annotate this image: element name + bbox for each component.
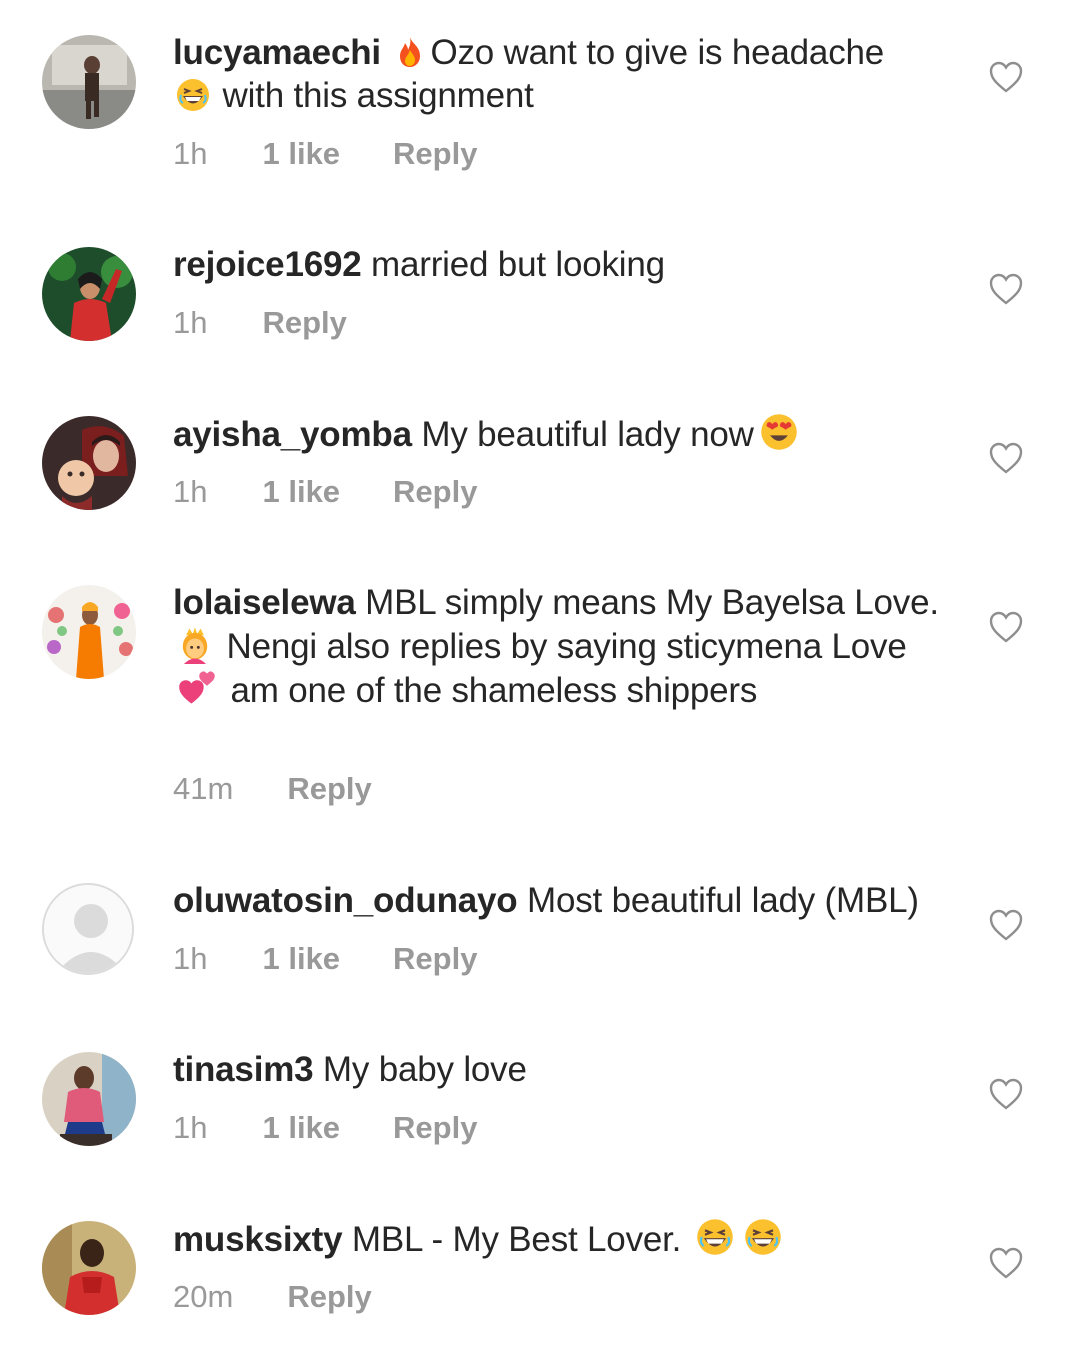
comment-likes[interactable]: 1 like: [262, 941, 340, 977]
comment-text: am one of the shameless shippers: [221, 671, 758, 710]
comment-time: 1h: [173, 136, 208, 171]
heart-outline-icon[interactable]: [988, 272, 1024, 306]
comment-body: oluwatosin_odunayo Most beautiful lady (…: [173, 879, 973, 922]
comment-body: musksixty MBL - My Best Lover.: [173, 1217, 963, 1261]
comment-username[interactable]: lucyamaechi: [173, 33, 381, 72]
princess-emoji-icon: [175, 624, 215, 664]
reply-button[interactable]: Reply: [287, 1279, 371, 1315]
comment-likes[interactable]: 1 like: [262, 1110, 340, 1146]
comment-meta: 1h 1 like Reply: [173, 941, 477, 977]
comment-username[interactable]: rejoice1692: [173, 245, 362, 284]
comment-time: 41m: [173, 771, 234, 806]
default-avatar-icon[interactable]: [42, 883, 134, 975]
comment-text: MBL simply means My Bayelsa Love.: [355, 583, 939, 622]
comment-body: rejoice1692 married but looking: [173, 243, 963, 286]
comment-text: MBL - My Best Lover.: [342, 1220, 691, 1259]
avatar[interactable]: [42, 35, 136, 129]
comment-time: 20m: [173, 1279, 234, 1314]
grinning-squint-emoji-icon: [693, 1217, 737, 1257]
comment-username[interactable]: oluwatosin_odunayo: [173, 881, 518, 920]
comment-text: My beautiful lady now: [411, 415, 754, 454]
heart-outline-icon[interactable]: [988, 1246, 1024, 1280]
grinning-squint-emoji-icon: [175, 77, 211, 113]
comment-text: My baby love: [313, 1050, 527, 1089]
comment-time: 1h: [173, 941, 208, 976]
avatar[interactable]: [42, 585, 136, 679]
heart-outline-icon[interactable]: [988, 60, 1024, 94]
reply-button[interactable]: Reply: [393, 136, 477, 172]
avatar[interactable]: [42, 1221, 136, 1315]
comment-body: ayisha_yomba My beautiful lady now: [173, 412, 963, 456]
comment-username[interactable]: tinasim3: [173, 1050, 314, 1089]
comment-time: 1h: [173, 305, 208, 340]
reply-button[interactable]: Reply: [393, 1110, 477, 1146]
comment-text: with this assignment: [213, 76, 534, 115]
comment-text: married but looking: [361, 245, 665, 284]
comment-time: 1h: [173, 474, 208, 509]
avatar[interactable]: [42, 1052, 136, 1146]
comment-text: Ozo want to give is headache: [430, 33, 885, 72]
comment-likes[interactable]: 1 like: [262, 136, 340, 172]
heart-outline-icon[interactable]: [988, 610, 1024, 644]
fire-emoji-icon: [392, 34, 428, 70]
comment-meta: 1h 1 like Reply: [173, 1110, 477, 1146]
comment-body: lolaiselewa MBL simply means My Bayelsa …: [173, 581, 963, 712]
comment-body: lucyamaechi Ozo want to give is headache…: [173, 31, 963, 117]
heart-outline-icon[interactable]: [988, 908, 1024, 942]
comment-username[interactable]: musksixty: [173, 1220, 343, 1259]
grinning-squint-emoji-icon: [741, 1217, 785, 1257]
reply-button[interactable]: Reply: [262, 305, 346, 341]
comment-meta: 20m Reply: [173, 1279, 372, 1315]
comment-text: Most beautiful lady (MBL): [517, 881, 919, 920]
two-hearts-emoji-icon: [175, 668, 219, 708]
comment-username[interactable]: lolaiselewa: [173, 583, 356, 622]
heart-eyes-emoji-icon: [756, 412, 802, 452]
comment-meta: 1h 1 like Reply: [173, 474, 477, 510]
avatar[interactable]: [42, 247, 136, 341]
avatar[interactable]: [42, 416, 136, 510]
comment-username[interactable]: ayisha_yomba: [173, 415, 412, 454]
comment-meta: 1h Reply: [173, 305, 347, 341]
comment-meta: 41m Reply: [173, 771, 372, 807]
heart-outline-icon[interactable]: [988, 1077, 1024, 1111]
comment-text: Nengi also replies by saying sticymena L…: [217, 627, 907, 666]
reply-button[interactable]: Reply: [393, 941, 477, 977]
comment-text: [381, 33, 391, 72]
reply-button[interactable]: Reply: [287, 771, 371, 807]
comment-likes[interactable]: 1 like: [262, 474, 340, 510]
comment-body: tinasim3 My baby love: [173, 1048, 963, 1091]
comment-meta: 1h 1 like Reply: [173, 136, 477, 172]
heart-outline-icon[interactable]: [988, 441, 1024, 475]
reply-button[interactable]: Reply: [393, 474, 477, 510]
comment-time: 1h: [173, 1110, 208, 1145]
